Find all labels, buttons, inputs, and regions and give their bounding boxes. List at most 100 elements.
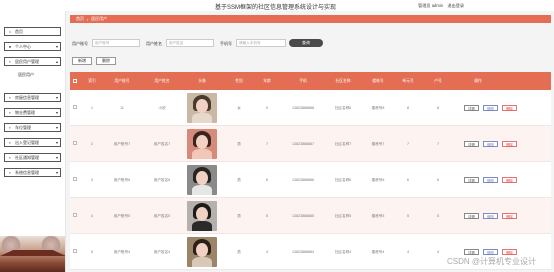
user-icon: ●: [8, 43, 12, 49]
row-delete-button[interactable]: 删除: [502, 141, 517, 147]
col-avatar: 头像: [198, 78, 206, 83]
chevron-down-icon: ▾: [55, 125, 58, 130]
avatar-photo: [187, 93, 217, 123]
sidebar-item-parking[interactable]: ▪ 车位管理 ▾: [4, 123, 61, 132]
cell-index: 5: [91, 250, 93, 254]
name-filter-input[interactable]: 用户姓名: [166, 39, 214, 47]
car-icon: ▪: [9, 124, 11, 130]
sidebar-item-label: 车位管理: [15, 124, 31, 130]
cell-account: 用户账号5: [113, 213, 131, 218]
chevron-down-icon: ▾: [55, 110, 58, 115]
notice-icon: ▪: [9, 154, 11, 160]
col-phone: 手机: [299, 78, 307, 83]
col-age: 年龄: [263, 78, 271, 83]
cell-gender: 男: [237, 141, 241, 146]
page-title: 基于SSM框架的社区信息管理系统设计与实现: [215, 5, 337, 11]
cell-building: 楼栋号4: [371, 249, 385, 254]
cell-community: 社区名称7: [334, 141, 352, 146]
sidebar: ⌂ 首页 ● 个人中心 ▾ ▪ 居民用户管理 ▴ 居民用户 ▪ 房屋信息管理 ▾…: [0, 11, 66, 272]
sidebar-subitem-residents[interactable]: 居民用户: [18, 72, 34, 78]
cell-account: 11: [120, 106, 124, 110]
detail-button[interactable]: 详情: [464, 141, 479, 147]
cell-gender: 男: [237, 177, 241, 182]
user-info: 管理员 admin 退出登录: [418, 3, 467, 9]
edit-button[interactable]: 修改: [483, 213, 498, 219]
role-label: 管理员 admin: [418, 3, 444, 8]
cell-building: 楼栋号6: [371, 177, 385, 182]
name-filter-label: 用户姓名: [146, 41, 162, 46]
col-room: 户号: [434, 78, 442, 83]
sidebar-item-residents[interactable]: ▪ 居民用户管理 ▴: [4, 57, 61, 66]
detail-button[interactable]: 详情: [464, 105, 479, 111]
cell-age: 5: [266, 214, 268, 218]
cell-unit: 5: [407, 214, 409, 218]
cell-name: 用户姓名4: [153, 249, 171, 254]
chevron-down-icon: ▾: [55, 95, 58, 100]
table-row: 1 11 小欣女 0 13823888888 社区名称8 楼栋号8 8 8 详情 修改 删除: [70, 90, 551, 126]
row-checkbox[interactable]: [73, 105, 77, 109]
cell-unit: 8: [407, 106, 409, 110]
row-checkbox[interactable]: [73, 249, 77, 253]
col-name: 用户姓名: [154, 78, 170, 83]
sidebar-item-label: 居民用户管理: [15, 58, 39, 64]
cell-name: 用户姓名7: [153, 141, 171, 146]
add-button[interactable]: 新增: [72, 57, 92, 65]
account-filter-input[interactable]: 用户账号: [92, 39, 140, 47]
sidebar-item-label: 出入登记管理: [15, 139, 39, 145]
breadcrumb-home[interactable]: 首页: [76, 16, 84, 22]
chevron-down-icon: ▾: [55, 170, 58, 175]
detail-button[interactable]: 详情: [464, 177, 479, 183]
search-button[interactable]: 查询: [289, 39, 323, 47]
row-checkbox[interactable]: [73, 141, 77, 145]
sidebar-item-label: 个人中心: [15, 43, 31, 49]
cell-phone: 13823888884: [292, 250, 314, 254]
cell-phone: 13823888887: [292, 142, 314, 146]
table-row: 4 用户账号5 用户姓名5 男 5 13823888885 社区名称5 楼栋号5 5 5 详情 修改删…: [70, 198, 551, 234]
avatar-photo: [187, 201, 217, 231]
sidebar-item-fees[interactable]: ▪ 物业费管理 ▾: [4, 108, 61, 117]
cell-community: 社区名称6: [334, 177, 352, 182]
cell-unit: 4: [407, 250, 409, 254]
detail-button[interactable]: 详情: [464, 213, 479, 219]
house-icon: ▪: [9, 94, 11, 100]
edit-button[interactable]: 修改: [483, 141, 498, 147]
row-delete-button[interactable]: 删除: [502, 213, 517, 219]
entry-icon: ▪: [9, 139, 11, 145]
row-delete-button[interactable]: 删除: [502, 105, 517, 111]
avatar-photo: [187, 129, 217, 159]
cell-gender: 男: [237, 249, 241, 254]
edit-button[interactable]: 修改: [483, 177, 498, 183]
sidebar-item-houses[interactable]: ▪ 房屋信息管理 ▾: [4, 93, 61, 102]
phone-filter-input[interactable]: 请输入手机号: [236, 39, 286, 47]
account-filter-label: 用户账号: [72, 41, 88, 46]
cell-index: 2: [91, 142, 93, 146]
row-delete-button[interactable]: 删除: [502, 249, 517, 255]
col-gender: 性别: [235, 78, 243, 83]
sidebar-item-system[interactable]: ▪ 系统信息管理 ▾: [4, 168, 61, 177]
sidebar-item-profile[interactable]: ● 个人中心 ▾: [4, 42, 61, 51]
sidebar-item-home[interactable]: ⌂ 首页: [4, 27, 61, 36]
avatar-photo: [187, 237, 217, 267]
detail-button[interactable]: 详情: [464, 249, 479, 255]
cell-index: 3: [91, 178, 93, 182]
edit-button[interactable]: 修改: [483, 249, 498, 255]
cell-name: 用户姓名5: [153, 213, 171, 218]
cell-age: 0: [266, 106, 268, 110]
row-delete-button[interactable]: 删除: [502, 177, 517, 183]
delete-button[interactable]: 删除: [96, 57, 116, 65]
sidebar-item-notices[interactable]: ▪ 社区通知管理 ▾: [4, 153, 61, 162]
cell-gender: 男: [237, 213, 241, 218]
edit-button[interactable]: 修改: [483, 105, 498, 111]
col-index: 索引: [88, 78, 96, 83]
select-all-checkbox[interactable]: [73, 79, 77, 83]
col-community: 社区名称: [335, 78, 351, 83]
row-checkbox[interactable]: [73, 213, 77, 217]
cell-account: 用户账号7: [113, 141, 131, 146]
system-icon: ▪: [9, 169, 11, 175]
cell-age: 4: [266, 250, 268, 254]
logout-link[interactable]: 退出登录: [447, 3, 464, 8]
row-checkbox[interactable]: [73, 177, 77, 181]
sidebar-item-entry[interactable]: ▪ 出入登记管理 ▾: [4, 138, 61, 147]
table-header: 索引 用户账号 用户姓名 头像 性别 年龄 手机 社区名称 楼栋号 单元号 户号…: [70, 72, 551, 90]
cell-index: 1: [91, 106, 93, 110]
